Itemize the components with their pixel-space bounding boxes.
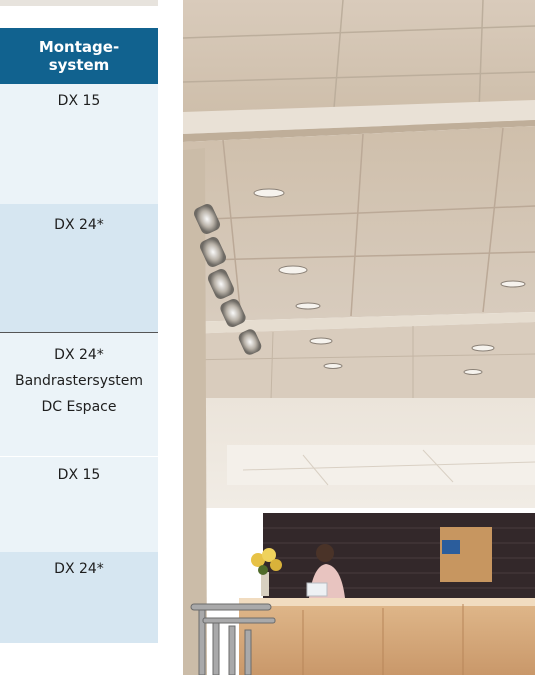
- table-row: DX 24*: [0, 552, 158, 643]
- table-header: Montage- system: [0, 28, 158, 84]
- table-row: DX 24*: [0, 204, 158, 332]
- system-table: Montage- system DX 15 DX 24* DX 24* Band…: [0, 0, 158, 675]
- table-bottom-space: [0, 643, 158, 675]
- row-separator: [0, 456, 158, 457]
- cell-text: DX 15: [57, 93, 101, 109]
- cell-text: DX 24*: [54, 217, 104, 233]
- office-reception-photo: [183, 0, 535, 675]
- cell-text: DX 24*: [54, 347, 104, 363]
- table-row: DX 15: [0, 84, 158, 204]
- cell-text: DX 15: [57, 467, 101, 483]
- header-line-2: system: [48, 56, 110, 74]
- table-row: DX 15: [0, 456, 158, 552]
- cell-text: Bandrastersystem: [14, 373, 144, 389]
- table-row: DX 24* Bandrastersystem DC Espace: [0, 333, 158, 456]
- photo-sliver: [0, 0, 158, 6]
- cell-text: DX 24*: [54, 561, 104, 577]
- header-line-1: Montage-: [38, 38, 120, 56]
- table-top-gap: [0, 0, 158, 28]
- cell-text: DC Espace: [41, 399, 117, 415]
